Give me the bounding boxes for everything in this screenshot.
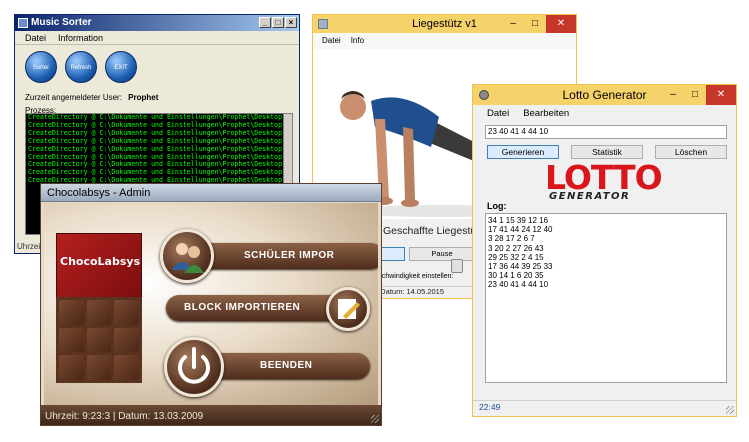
chocolate-bar — [56, 297, 142, 383]
title-bar[interactable]: Music Sorter _ □ × — [15, 15, 299, 31]
import-block-button[interactable]: BLOCK IMPORTIEREN — [166, 295, 346, 321]
log-entry: 23 40 41 4 44 10 — [488, 280, 549, 290]
window-title: Liegestütz v1 — [412, 18, 477, 30]
log-entry: 34 1 15 39 12 16 — [488, 216, 549, 225]
close-button[interactable]: × — [285, 17, 297, 28]
app-icon — [18, 18, 28, 28]
maximize-button[interactable]: □ — [524, 15, 546, 33]
import-students-label: SCHÜLER IMPOR — [244, 250, 335, 261]
admin-panel: ChocoLabsys SCHÜLER IMPOR BLOCK IMPORTIE… — [44, 203, 378, 405]
statistics-button[interactable]: Statistik — [571, 145, 643, 159]
maximize-button[interactable]: □ — [684, 85, 706, 105]
students-icon[interactable] — [160, 229, 214, 283]
close-button[interactable]: ✕ — [546, 15, 576, 33]
speed-slider[interactable] — [451, 259, 463, 273]
log-entry: 29 25 32 2 4 15 — [488, 252, 544, 262]
power-icon[interactable] — [164, 337, 224, 397]
resize-grip[interactable] — [726, 406, 734, 414]
menu-bar: Datei Info — [313, 33, 576, 49]
import-block-label: BLOCK IMPORTIEREN — [184, 302, 301, 313]
user-name: Prophet — [128, 93, 159, 102]
status-text: 22:49 — [479, 402, 501, 412]
toolbar: Sorter Refresh EXIT — [15, 45, 299, 89]
logo-lotto: LOTTO — [545, 158, 663, 197]
log-label: Log: — [487, 201, 507, 211]
user-info: Zurzeit angemeldeter User: Prophet — [15, 89, 299, 102]
refresh-button[interactable]: Refresh — [65, 51, 97, 83]
pushups-done-label: Geschaffte Liegestütz — [383, 225, 485, 237]
menu-datei[interactable]: Datei — [487, 105, 509, 123]
log-list[interactable]: 34 1 15 39 12 16 17 41 44 24 12 40 3 28 … — [485, 213, 727, 383]
title-bar[interactable]: Liegestütz v1 – □ ✕ — [313, 15, 576, 33]
menu-bar: Datei Information — [15, 31, 299, 45]
delete-button[interactable]: Löschen — [655, 145, 727, 159]
user-label: Zurzeit angemeldeter User: — [25, 93, 122, 102]
status-text: Uhrzeit: 9:23:3 | Datum: 13.03.2009 — [45, 411, 204, 422]
title-bar[interactable]: Lotto Generator – □ ✕ — [473, 85, 736, 105]
log-entry: 3 28 17 2 6 7 — [488, 234, 535, 244]
exit-label: BEENDEN — [260, 360, 313, 371]
lotto-logo: LOTTO GENERATOR — [545, 158, 665, 207]
logo-text: ChocoLabsys — [60, 255, 141, 268]
window-title[interactable]: Chocolabsys - Admin — [41, 184, 381, 202]
app-icon — [318, 19, 328, 29]
generate-button[interactable]: Generieren — [487, 145, 559, 159]
log-entry: 3 20 2 27 26 43 — [488, 243, 544, 253]
log-entry: 17 41 44 24 12 40 — [488, 225, 553, 235]
numbers-field[interactable]: 23 40 41 4 44 10 — [485, 125, 727, 139]
menu-datei[interactable]: Datei — [25, 31, 46, 44]
menu-bar: Datei Bearbeiten — [473, 105, 736, 123]
log-entry: 17 36 44 39 25 33 — [488, 262, 553, 272]
menu-datei[interactable]: Datei — [322, 33, 341, 49]
pause-button[interactable]: Pause — [409, 247, 475, 261]
chocolate-wrapper — [56, 233, 142, 303]
maximize-button[interactable]: □ — [272, 17, 284, 28]
menu-info[interactable]: Info — [351, 33, 364, 49]
lotto-generator-window[interactable]: Lotto Generator – □ ✕ Datei Bearbeiten 2… — [472, 84, 737, 417]
minimize-button[interactable]: _ — [259, 17, 271, 28]
log-entry: 30 14 1 6 20 35 — [488, 271, 544, 281]
minimize-button[interactable]: – — [502, 15, 524, 33]
edit-icon[interactable] — [326, 287, 370, 331]
close-button[interactable]: ✕ — [706, 85, 736, 105]
minimize-button[interactable]: – — [662, 85, 684, 105]
chocolabsys-window[interactable]: Chocolabsys - Admin ChocoLabsys SCHÜLER … — [40, 183, 382, 426]
menu-information[interactable]: Information — [58, 31, 103, 44]
window-title: Music Sorter — [31, 17, 92, 28]
resize-grip[interactable] — [371, 415, 379, 423]
menu-bearbeiten[interactable]: Bearbeiten — [523, 105, 569, 123]
chocolate-logo: ChocoLabsys — [56, 233, 142, 383]
sorter-button[interactable]: Sorter — [25, 51, 57, 83]
app-icon — [479, 90, 489, 100]
status-bar — [473, 400, 736, 416]
exit-button[interactable]: EXIT — [105, 51, 137, 83]
window-title: Lotto Generator — [562, 88, 647, 102]
